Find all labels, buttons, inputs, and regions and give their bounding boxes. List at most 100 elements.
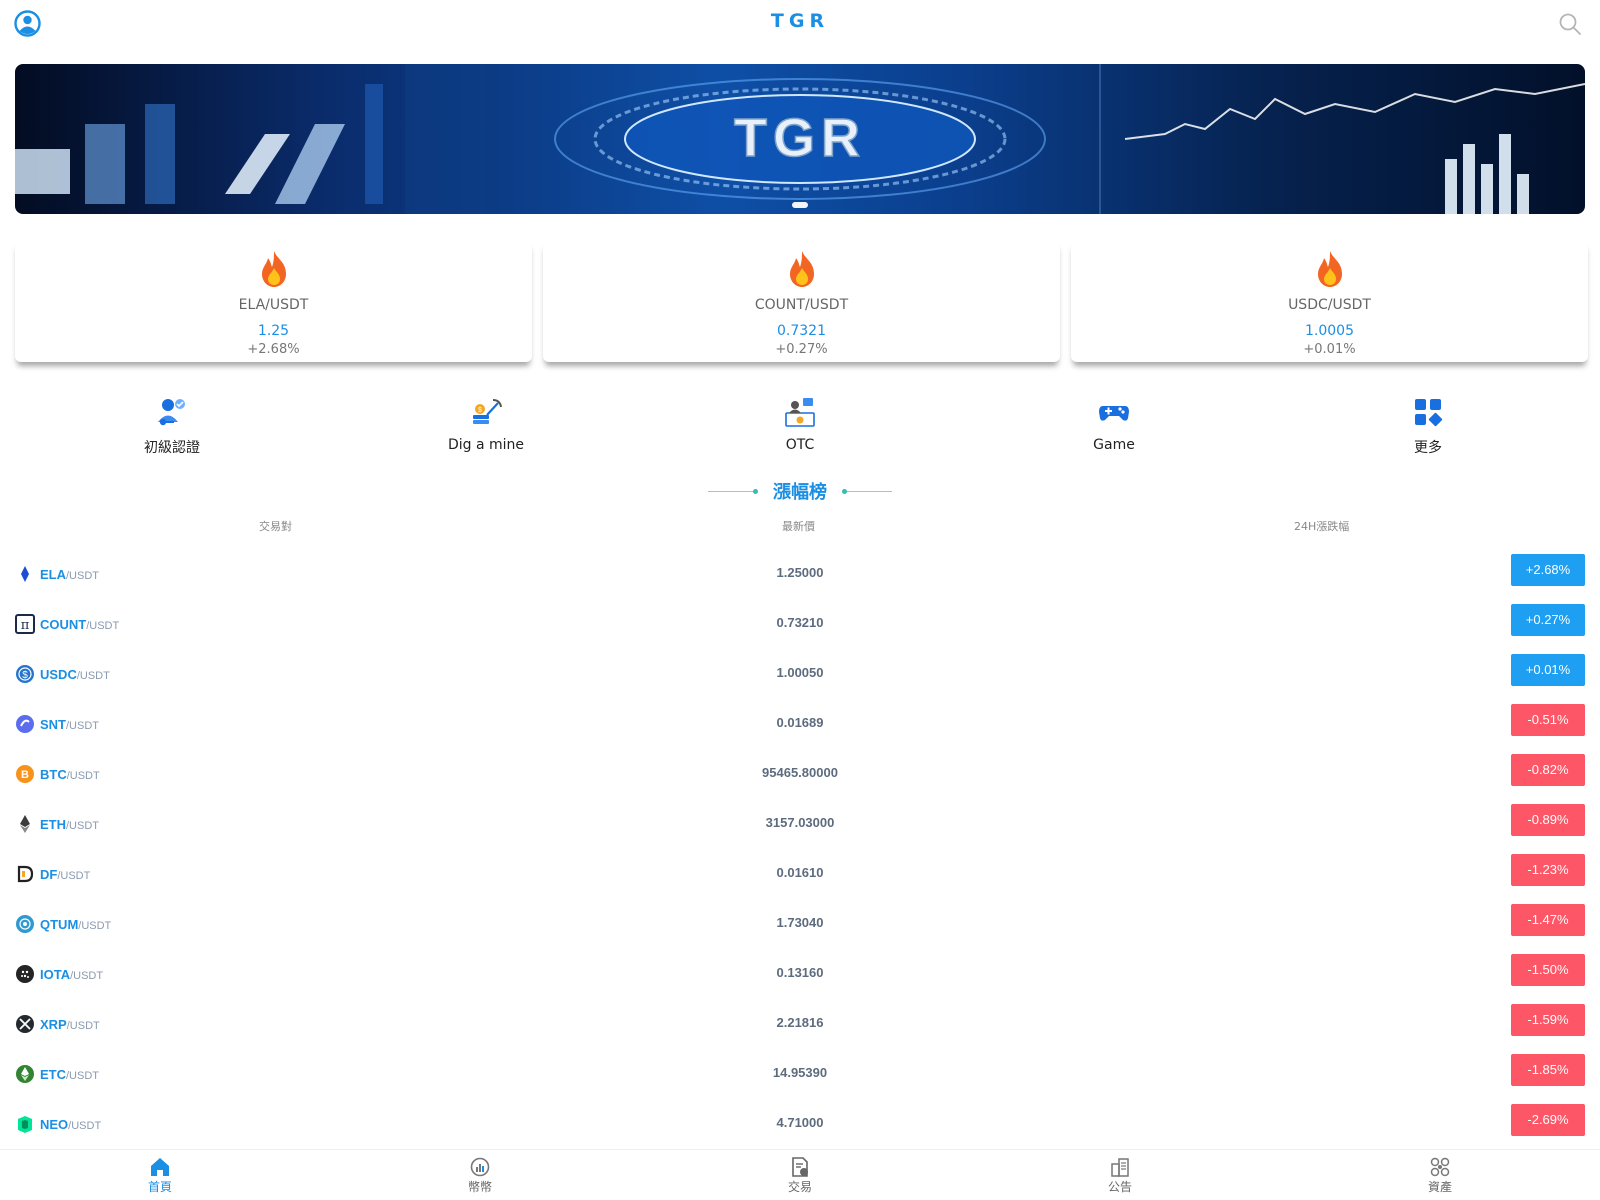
table-row[interactable]: π COUNT/USDT 0.73210 +0.27%: [0, 595, 1600, 645]
menu-item-more[interactable]: 更多: [1348, 395, 1508, 457]
table-row[interactable]: DF/USDT 0.01610 -1.23%: [0, 845, 1600, 895]
last-price: 4.71000: [776, 1115, 824, 1130]
base-symbol: XRP: [40, 1017, 67, 1032]
table-row[interactable]: $ USDC/USDT 1.00050 +0.01%: [0, 645, 1600, 695]
change-badge[interactable]: -1.47%: [1511, 904, 1585, 936]
change-badge[interactable]: -0.89%: [1511, 804, 1585, 836]
count-icon: π: [15, 614, 35, 634]
last-price: 3157.03000: [765, 815, 835, 830]
change-badge[interactable]: -1.23%: [1511, 854, 1585, 886]
gamepad-icon: [1099, 406, 1129, 421]
snt-icon: [16, 715, 34, 733]
table-row[interactable]: XRP/USDT 2.21816 -1.59%: [0, 995, 1600, 1045]
flame-icon: [261, 251, 286, 287]
pair-symbol: SNT/USDT: [40, 717, 99, 732]
tab-home[interactable]: 首頁: [120, 1156, 200, 1195]
quote-symbol: /USDT: [66, 820, 99, 832]
quick-menu: 初級認證 $ Dig a mine OTC Game 更多: [0, 395, 1600, 465]
neo-icon: [18, 1116, 32, 1133]
change-badge[interactable]: -0.82%: [1511, 754, 1585, 786]
base-symbol: BTC: [40, 767, 67, 782]
change-badge[interactable]: +2.68%: [1511, 554, 1585, 586]
banner-graphic: TGR: [15, 64, 1585, 214]
quote-symbol: /USDT: [57, 870, 91, 882]
base-symbol: IOTA: [40, 967, 71, 982]
base-symbol: ETH: [40, 817, 66, 832]
hot-card-price: 1.0005: [1305, 323, 1354, 339]
table-row[interactable]: NEO/USDT 4.71000 -2.69%: [0, 1095, 1600, 1145]
change-badge[interactable]: -1.85%: [1511, 1054, 1585, 1086]
table-row[interactable]: B BTC/USDT 95465.80000 -0.82%: [0, 745, 1600, 795]
menu-item-mining[interactable]: $ Dig a mine: [406, 395, 566, 453]
table-row[interactable]: SNT/USDT 0.01689 -0.51%: [0, 695, 1600, 745]
hot-card-change: +0.27%: [775, 342, 828, 357]
carousel-indicator[interactable]: [792, 202, 808, 208]
base-symbol: ETC: [40, 1067, 66, 1082]
menu-item-game[interactable]: Game: [1034, 395, 1194, 453]
svg-text:B: B: [21, 769, 29, 781]
quote-symbol: /USDT: [76, 670, 110, 682]
hot-pairs: ELA/USDT 1.25 +2.68% COUNT/USDT 0.7321 +…: [15, 240, 1600, 365]
announcement-icon: [1111, 1158, 1129, 1177]
quote-symbol: /USDT: [70, 970, 104, 982]
table-row[interactable]: ETH/USDT 3157.03000 -0.89%: [0, 795, 1600, 845]
change-badge[interactable]: +0.01%: [1511, 654, 1585, 686]
base-symbol: NEO: [40, 1117, 69, 1132]
trade-icon: [792, 1157, 808, 1177]
pair-symbol: BTC/USDT: [40, 767, 100, 782]
pair-symbol: COUNT/USDT: [40, 617, 119, 632]
user-verify-icon: [158, 399, 185, 426]
quote-symbol: /USDT: [78, 920, 112, 932]
bottom-nav: 首頁 幣幣 交易 公告 資產: [0, 1149, 1600, 1200]
tab-assets[interactable]: 資產: [1400, 1156, 1480, 1195]
quote-symbol: /USDT: [66, 1020, 100, 1032]
ela-icon: [21, 566, 29, 582]
quote-symbol: /USDT: [68, 1120, 102, 1132]
base-symbol: ELA: [40, 567, 66, 582]
table-row[interactable]: ELA/USDT 1.25000 +2.68%: [0, 545, 1600, 595]
table-row[interactable]: IOTA/USDT 0.13160 -1.50%: [0, 945, 1600, 995]
base-symbol: DF: [40, 867, 58, 882]
tab-coins[interactable]: 幣幣: [440, 1156, 520, 1195]
change-badge[interactable]: +0.27%: [1511, 604, 1585, 636]
column-header-change: 24H漲跌幅: [1294, 520, 1350, 533]
tab-announcement[interactable]: 公告: [1080, 1156, 1160, 1195]
promo-banner[interactable]: TGR: [15, 64, 1585, 214]
menu-item-otc[interactable]: OTC: [720, 395, 880, 453]
base-symbol: QTUM: [40, 917, 79, 932]
btc-icon: B: [16, 765, 34, 783]
hot-card[interactable]: ELA/USDT 1.25 +2.68%: [15, 240, 532, 362]
flame-icon: [789, 251, 814, 287]
menu-item-verify[interactable]: 初級認證: [92, 395, 252, 457]
search-icon[interactable]: [1558, 12, 1582, 36]
table-row[interactable]: QTUM/USDT 1.73040 -1.47%: [0, 895, 1600, 945]
df-icon: [17, 865, 34, 883]
otc-icon: [785, 398, 815, 427]
change-badge[interactable]: -1.50%: [1511, 954, 1585, 986]
qtum-icon: [16, 915, 34, 933]
last-price: 2.21816: [776, 1015, 824, 1030]
pair-symbol: QTUM/USDT: [40, 917, 111, 932]
tab-label: 幣幣: [467, 1180, 492, 1194]
iota-icon: [16, 965, 34, 983]
assets-icon: [1430, 1157, 1450, 1177]
table-row[interactable]: ETC/USDT 14.95390 -1.85%: [0, 1045, 1600, 1095]
tab-label: 公告: [1107, 1180, 1132, 1194]
section-title-text: 漲幅榜: [773, 482, 827, 503]
menu-item-label: OTC: [785, 437, 815, 453]
change-badge[interactable]: -2.69%: [1511, 1104, 1585, 1136]
last-price: 0.01689: [776, 715, 824, 730]
tab-trade[interactable]: 交易: [760, 1156, 840, 1195]
base-symbol: USDC: [40, 667, 77, 682]
pair-symbol: NEO/USDT: [40, 1117, 101, 1132]
pair-symbol: ETC/USDT: [40, 1067, 99, 1082]
change-badge[interactable]: -0.51%: [1511, 704, 1585, 736]
hot-card-change: +0.01%: [1303, 342, 1356, 357]
last-price: 1.73040: [776, 915, 824, 930]
tab-label: 資產: [1427, 1180, 1452, 1194]
quote-symbol: /USDT: [86, 620, 120, 632]
hot-card[interactable]: COUNT/USDT 0.7321 +0.27%: [543, 240, 1060, 362]
menu-item-label: Game: [1093, 437, 1135, 453]
hot-card[interactable]: USDC/USDT 1.0005 +0.01%: [1071, 240, 1588, 362]
change-badge[interactable]: -1.59%: [1511, 1004, 1585, 1036]
